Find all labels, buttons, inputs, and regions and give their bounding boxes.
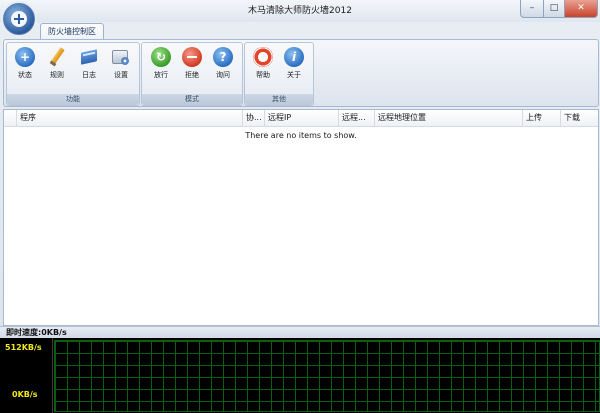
log-book-icon [79,47,99,67]
log-button[interactable]: 日志 [74,45,104,89]
speed-graph-axis: 512KB/s 0KB/s [0,338,53,413]
ribbon-group-other: 帮助 i 关于 其他 [244,42,314,106]
plus-icon [11,11,27,27]
column-header-protocol[interactable]: 协... [242,110,264,126]
allow-button[interactable]: ↻ 放行 [146,45,176,89]
app-menu-orb-button[interactable] [3,3,35,35]
column-header-program[interactable]: 程序 [16,110,242,126]
about-button-label: 关于 [287,71,301,79]
speed-status-bar: 即时速度:0KB/s [0,326,600,338]
speed-axis-max-label: 512KB/s [5,343,42,352]
rules-button-label: 规则 [50,71,64,79]
close-button[interactable]: ✕ [564,0,598,18]
column-header-download[interactable]: 下载 [560,110,598,126]
settings-icon [111,47,131,67]
group-label-functions: 功能 [7,94,139,105]
rules-button[interactable]: 规则 [42,45,72,89]
app-window: 木马清除大师防火墙2012 – □ ✕ 防火墙控制区 + 状态 规则 日志 设置… [0,0,600,413]
title-bar[interactable]: 木马清除大师防火墙2012 – □ ✕ [0,0,600,22]
column-header-remote-port[interactable]: 远程... [338,110,374,126]
info-icon: i [284,47,304,67]
ribbon-panel: + 状态 规则 日志 设置 功能 ↻ 放行 拒绝 ? 询问 模式 帮助 i 关于… [3,39,599,107]
window-title: 木马清除大师防火墙2012 [248,6,352,16]
deny-icon [182,47,202,67]
pencil-icon [47,47,67,67]
list-header: 程序 协... 远程IP 远程... 远程地理位置 上传 下载 [4,110,598,127]
status-button[interactable]: + 状态 [10,45,40,89]
speed-graph: 512KB/s 0KB/s [0,338,600,413]
deny-button[interactable]: 拒绝 [177,45,207,89]
help-button[interactable]: 帮助 [248,45,278,89]
status-button-label: 状态 [18,71,32,79]
column-header-remote-ip[interactable]: 远程IP [264,110,338,126]
ask-button-label: 询问 [216,71,230,79]
settings-button[interactable]: 设置 [106,45,136,89]
ask-button[interactable]: ? 询问 [208,45,238,89]
allow-button-label: 放行 [154,71,168,79]
group-label-other: 其他 [245,94,313,105]
ribbon-group-mode: ↻ 放行 拒绝 ? 询问 模式 [141,42,243,106]
instant-speed-label: 即时速度:0KB/s [6,328,67,337]
help-button-label: 帮助 [256,71,270,79]
speed-axis-min-label: 0KB/s [12,390,38,399]
connections-list[interactable]: 程序 协... 远程IP 远程... 远程地理位置 上传 下载 There ar… [3,109,599,326]
deny-button-label: 拒绝 [185,71,199,79]
empty-list-message: There are no items to show. [245,131,357,140]
settings-button-label: 设置 [114,71,128,79]
ask-icon: ? [213,47,233,67]
log-button-label: 日志 [82,71,96,79]
tab-firewall-control[interactable]: 防火墙控制区 [40,23,104,40]
about-button[interactable]: i 关于 [279,45,309,89]
column-header-upload[interactable]: 上传 [522,110,560,126]
column-header-remote-location[interactable]: 远程地理位置 [374,110,522,126]
speed-graph-grid [54,340,600,412]
maximize-button[interactable]: □ [543,0,565,18]
lifebuoy-icon [253,47,273,67]
minimize-button[interactable]: – [520,0,544,18]
group-label-mode: 模式 [142,94,242,105]
ribbon-group-functions: + 状态 规则 日志 设置 功能 [6,42,140,106]
status-plus-icon: + [15,47,35,67]
allow-icon: ↻ [151,47,171,67]
